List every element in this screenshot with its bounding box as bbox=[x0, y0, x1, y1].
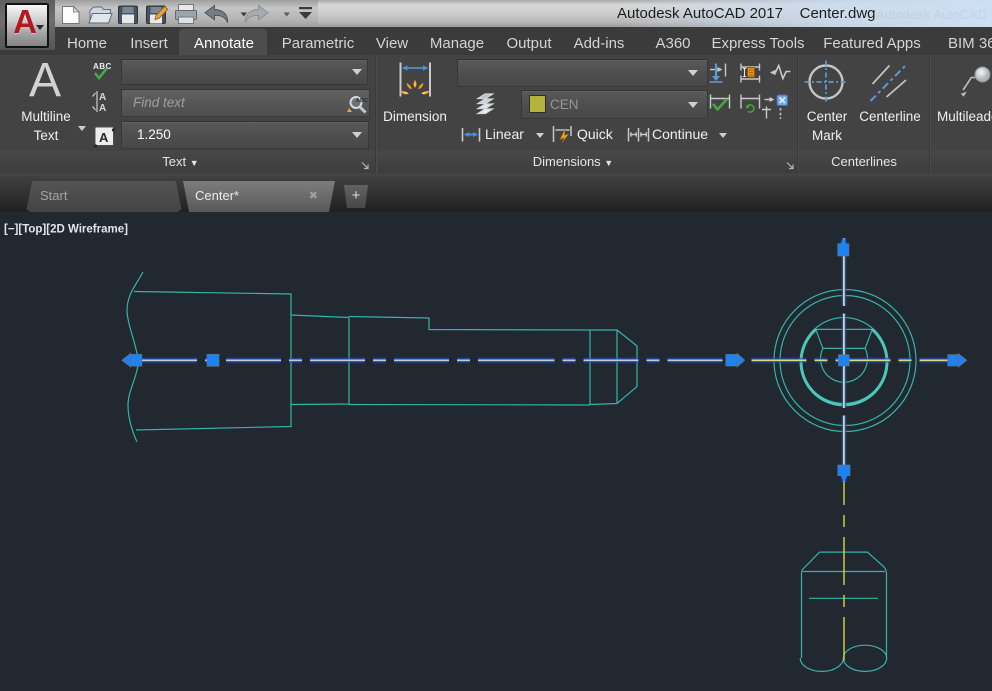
svg-text:A: A bbox=[99, 130, 109, 145]
svg-text:ABC: ABC bbox=[356, 98, 368, 104]
svg-text:[−][Top][2D Wireframe]: [−][Top][2D Wireframe] bbox=[4, 224, 128, 236]
svg-text:A: A bbox=[99, 103, 106, 114]
svg-text:A: A bbox=[99, 92, 106, 103]
svg-text:ABC: ABC bbox=[93, 62, 112, 71]
